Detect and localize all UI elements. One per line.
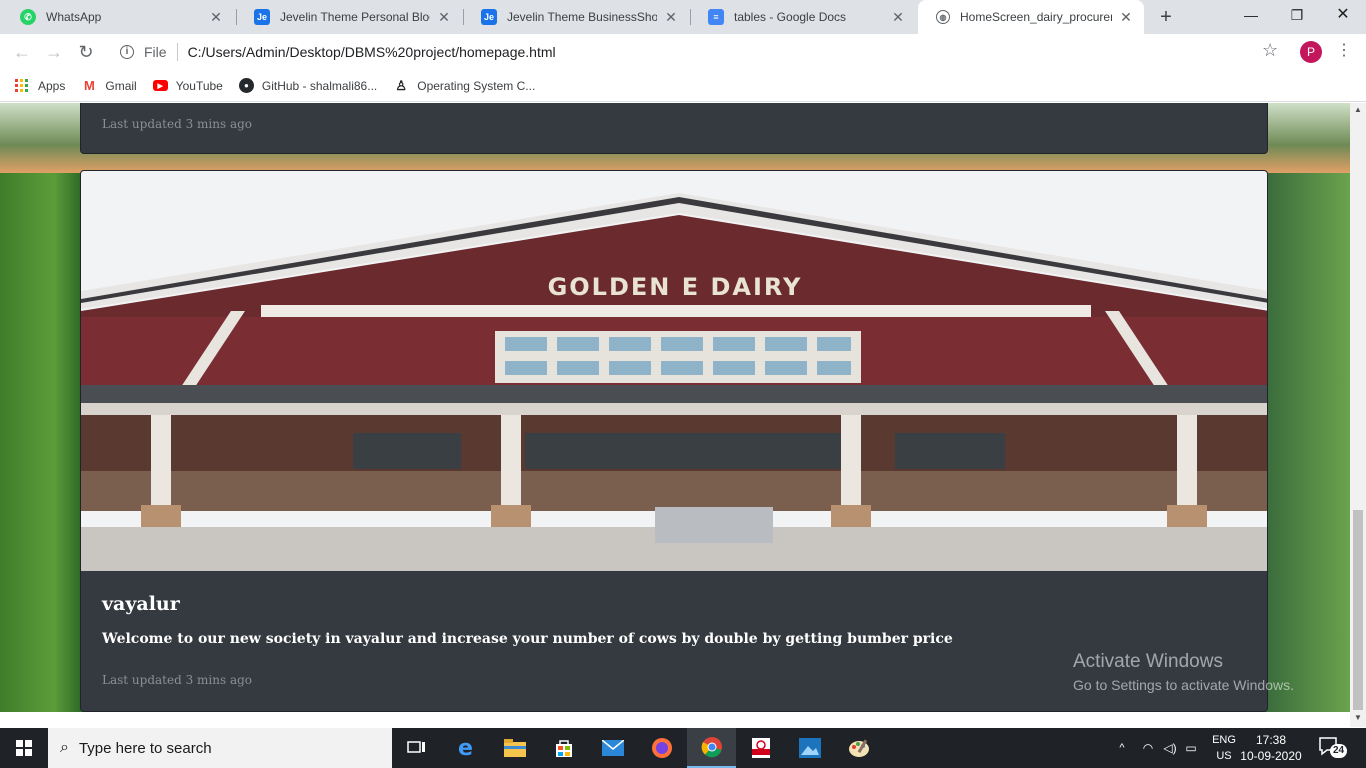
paint-icon[interactable] [834, 728, 883, 768]
close-icon[interactable]: ✕ [663, 9, 679, 26]
bookmark-gmail[interactable]: M Gmail [81, 78, 137, 94]
file-explorer-icon[interactable] [490, 728, 539, 768]
address-scheme: File [144, 44, 167, 60]
pdf-icon[interactable] [736, 728, 785, 768]
tab-title: Jevelin Theme Personal Blog D [280, 10, 430, 24]
edge-icon[interactable]: e [441, 728, 490, 768]
profile-avatar[interactable]: P [1300, 41, 1322, 63]
system-clock[interactable]: 17:38 10-09-2020 [1240, 732, 1302, 764]
watermark-subtitle: Go to Settings to activate Windows. [1073, 677, 1294, 693]
reload-icon[interactable]: ↻ [74, 40, 98, 64]
bookmarks-bar: Apps M Gmail ▶ YouTube ● GitHub - shalma… [0, 70, 1366, 102]
watermark-title: Activate Windows [1073, 651, 1223, 672]
bookmark-label: YouTube [175, 78, 223, 93]
last-updated-text: Last updated 3 mins ago [102, 673, 253, 687]
github-icon: ● [238, 78, 254, 93]
whatsapp-icon: ✆ [20, 9, 36, 25]
scrollbar-thumb[interactable] [1353, 510, 1363, 710]
post-card: GOLDEN E DAIRY vayalur Welcome to our ne… [80, 170, 1268, 712]
photos-icon[interactable] [785, 728, 834, 768]
tab-homescreen[interactable]: ◍ HomeScreen_dairy_procureme ✕ [918, 0, 1144, 34]
battery-icon[interactable]: ▭ [1180, 741, 1202, 755]
minimize-button[interactable]: — [1228, 0, 1274, 30]
search-icon: ⌕ [60, 739, 69, 756]
last-updated-text: Last updated 3 mins ago [102, 117, 253, 131]
clock-time: 17:38 [1255, 733, 1287, 747]
page-bottom-gap [0, 712, 1350, 728]
back-icon[interactable]: ← [10, 40, 34, 64]
gmail-icon: M [83, 78, 95, 93]
firefox-icon[interactable] [637, 728, 686, 768]
address-bar[interactable]: i File C:/Users/Admin/Desktop/DBMS%20pro… [108, 38, 1296, 66]
google-docs-icon: ≡ [708, 9, 724, 25]
tab-whatsapp[interactable]: ✆ WhatsApp ✕ [2, 0, 234, 34]
jevelin-icon: Je [254, 9, 270, 25]
store-icon[interactable] [539, 728, 588, 768]
bookmark-apps[interactable]: Apps [14, 78, 65, 94]
windows-logo-icon [16, 740, 32, 756]
address-divider [176, 43, 178, 61]
address-url[interactable]: C:/Users/Admin/Desktop/DBMS%20project/ho… [188, 44, 556, 60]
bookmark-label: Operating System C... [417, 78, 536, 93]
bookmark-star-icon[interactable]: ☆ [1262, 40, 1278, 61]
start-button[interactable] [0, 728, 48, 768]
linux-penguin-icon: ♙ [395, 77, 408, 93]
restore-button[interactable]: ❐ [1274, 0, 1320, 30]
browser-toolbar: ← → ↻ i File C:/Users/Admin/Desktop/DBMS… [0, 34, 1366, 70]
scroll-up-arrow-icon[interactable]: ▲ [1350, 103, 1366, 117]
tab-strip: ✆ WhatsApp ✕ Je Jevelin Theme Personal B… [0, 0, 1366, 34]
jevelin-icon: Je [481, 9, 497, 25]
bookmark-operating-system[interactable]: ♙ Operating System C... [393, 78, 535, 94]
bookmark-github[interactable]: ● GitHub - shalmali86... [238, 78, 378, 93]
bookmark-youtube[interactable]: ▶ YouTube [152, 78, 223, 93]
taskbar-search[interactable]: ⌕ Type here to search [48, 728, 392, 768]
tab-title: tables - Google Docs [734, 10, 847, 24]
close-icon[interactable]: ✕ [208, 9, 224, 26]
clock-date: 10-09-2020 [1240, 749, 1302, 763]
speaker-icon[interactable]: ◁) [1160, 741, 1180, 755]
close-icon[interactable]: ✕ [890, 9, 906, 26]
taskbar-search-placeholder: Type here to search [78, 739, 212, 757]
post-text: Welcome to our new society in vayalur an… [102, 631, 953, 647]
forward-icon[interactable]: → [42, 40, 66, 64]
tab-google-docs[interactable]: ≡ tables - Google Docs ✕ [690, 0, 916, 34]
tab-title: WhatsApp [46, 10, 102, 24]
apps-grid-icon [14, 78, 30, 94]
system-tray: ^ ◠ ◁) ▭ [1114, 728, 1202, 768]
page-background: Last updated 3 mins ago GOLDEN E DAIRY v… [0, 103, 1350, 712]
new-tab-button[interactable]: + [1154, 5, 1178, 29]
close-window-button[interactable]: ✕ [1320, 0, 1366, 30]
globe-icon: ◍ [936, 10, 950, 24]
tab-jevelin-business[interactable]: Je Jevelin Theme BusinessShop D ✕ [463, 0, 689, 34]
chrome-icon[interactable] [687, 728, 736, 768]
tab-jevelin-personal[interactable]: Je Jevelin Theme Personal Blog D ✕ [236, 0, 462, 34]
post-title[interactable]: vayalur [102, 593, 180, 615]
close-icon[interactable]: ✕ [436, 9, 452, 26]
bookmark-label: Gmail [105, 78, 137, 93]
previous-post-card: Last updated 3 mins ago [80, 103, 1268, 154]
input-language[interactable]: ENG US [1206, 732, 1242, 764]
chevron-up-icon[interactable]: ^ [1114, 742, 1130, 754]
wifi-icon[interactable]: ◠ [1136, 741, 1160, 755]
task-view-icon[interactable] [392, 728, 441, 768]
dairy-building-image: GOLDEN E DAIRY [81, 171, 1267, 571]
menu-kebab-icon[interactable]: ⋮ [1336, 40, 1352, 60]
notification-count: 24 [1330, 744, 1348, 758]
bookmark-label: GitHub - shalmali86... [261, 78, 378, 93]
language-region: US [1216, 750, 1232, 762]
windows-taskbar: ⌕ Type here to search e ^ ◠ ◁) ▭ ENG US [0, 728, 1366, 768]
language-code: ENG [1212, 734, 1236, 746]
scroll-down-arrow-icon[interactable]: ▼ [1350, 711, 1366, 725]
info-icon[interactable]: i [120, 45, 134, 59]
dairy-sign-text: GOLDEN E DAIRY [548, 273, 803, 301]
mail-icon[interactable] [588, 728, 637, 768]
youtube-icon: ▶ [152, 80, 168, 91]
bookmark-label: Apps [38, 78, 66, 93]
activate-windows-watermark: Activate Windows Go to Settings to activ… [1073, 651, 1294, 693]
tab-title: HomeScreen_dairy_procureme [960, 10, 1112, 24]
close-icon[interactable]: ✕ [1118, 9, 1134, 26]
action-center-button[interactable]: 24 [1318, 736, 1348, 760]
vertical-scrollbar[interactable]: ▲ ▼ [1350, 103, 1366, 727]
tab-title: Jevelin Theme BusinessShop D [507, 10, 657, 24]
